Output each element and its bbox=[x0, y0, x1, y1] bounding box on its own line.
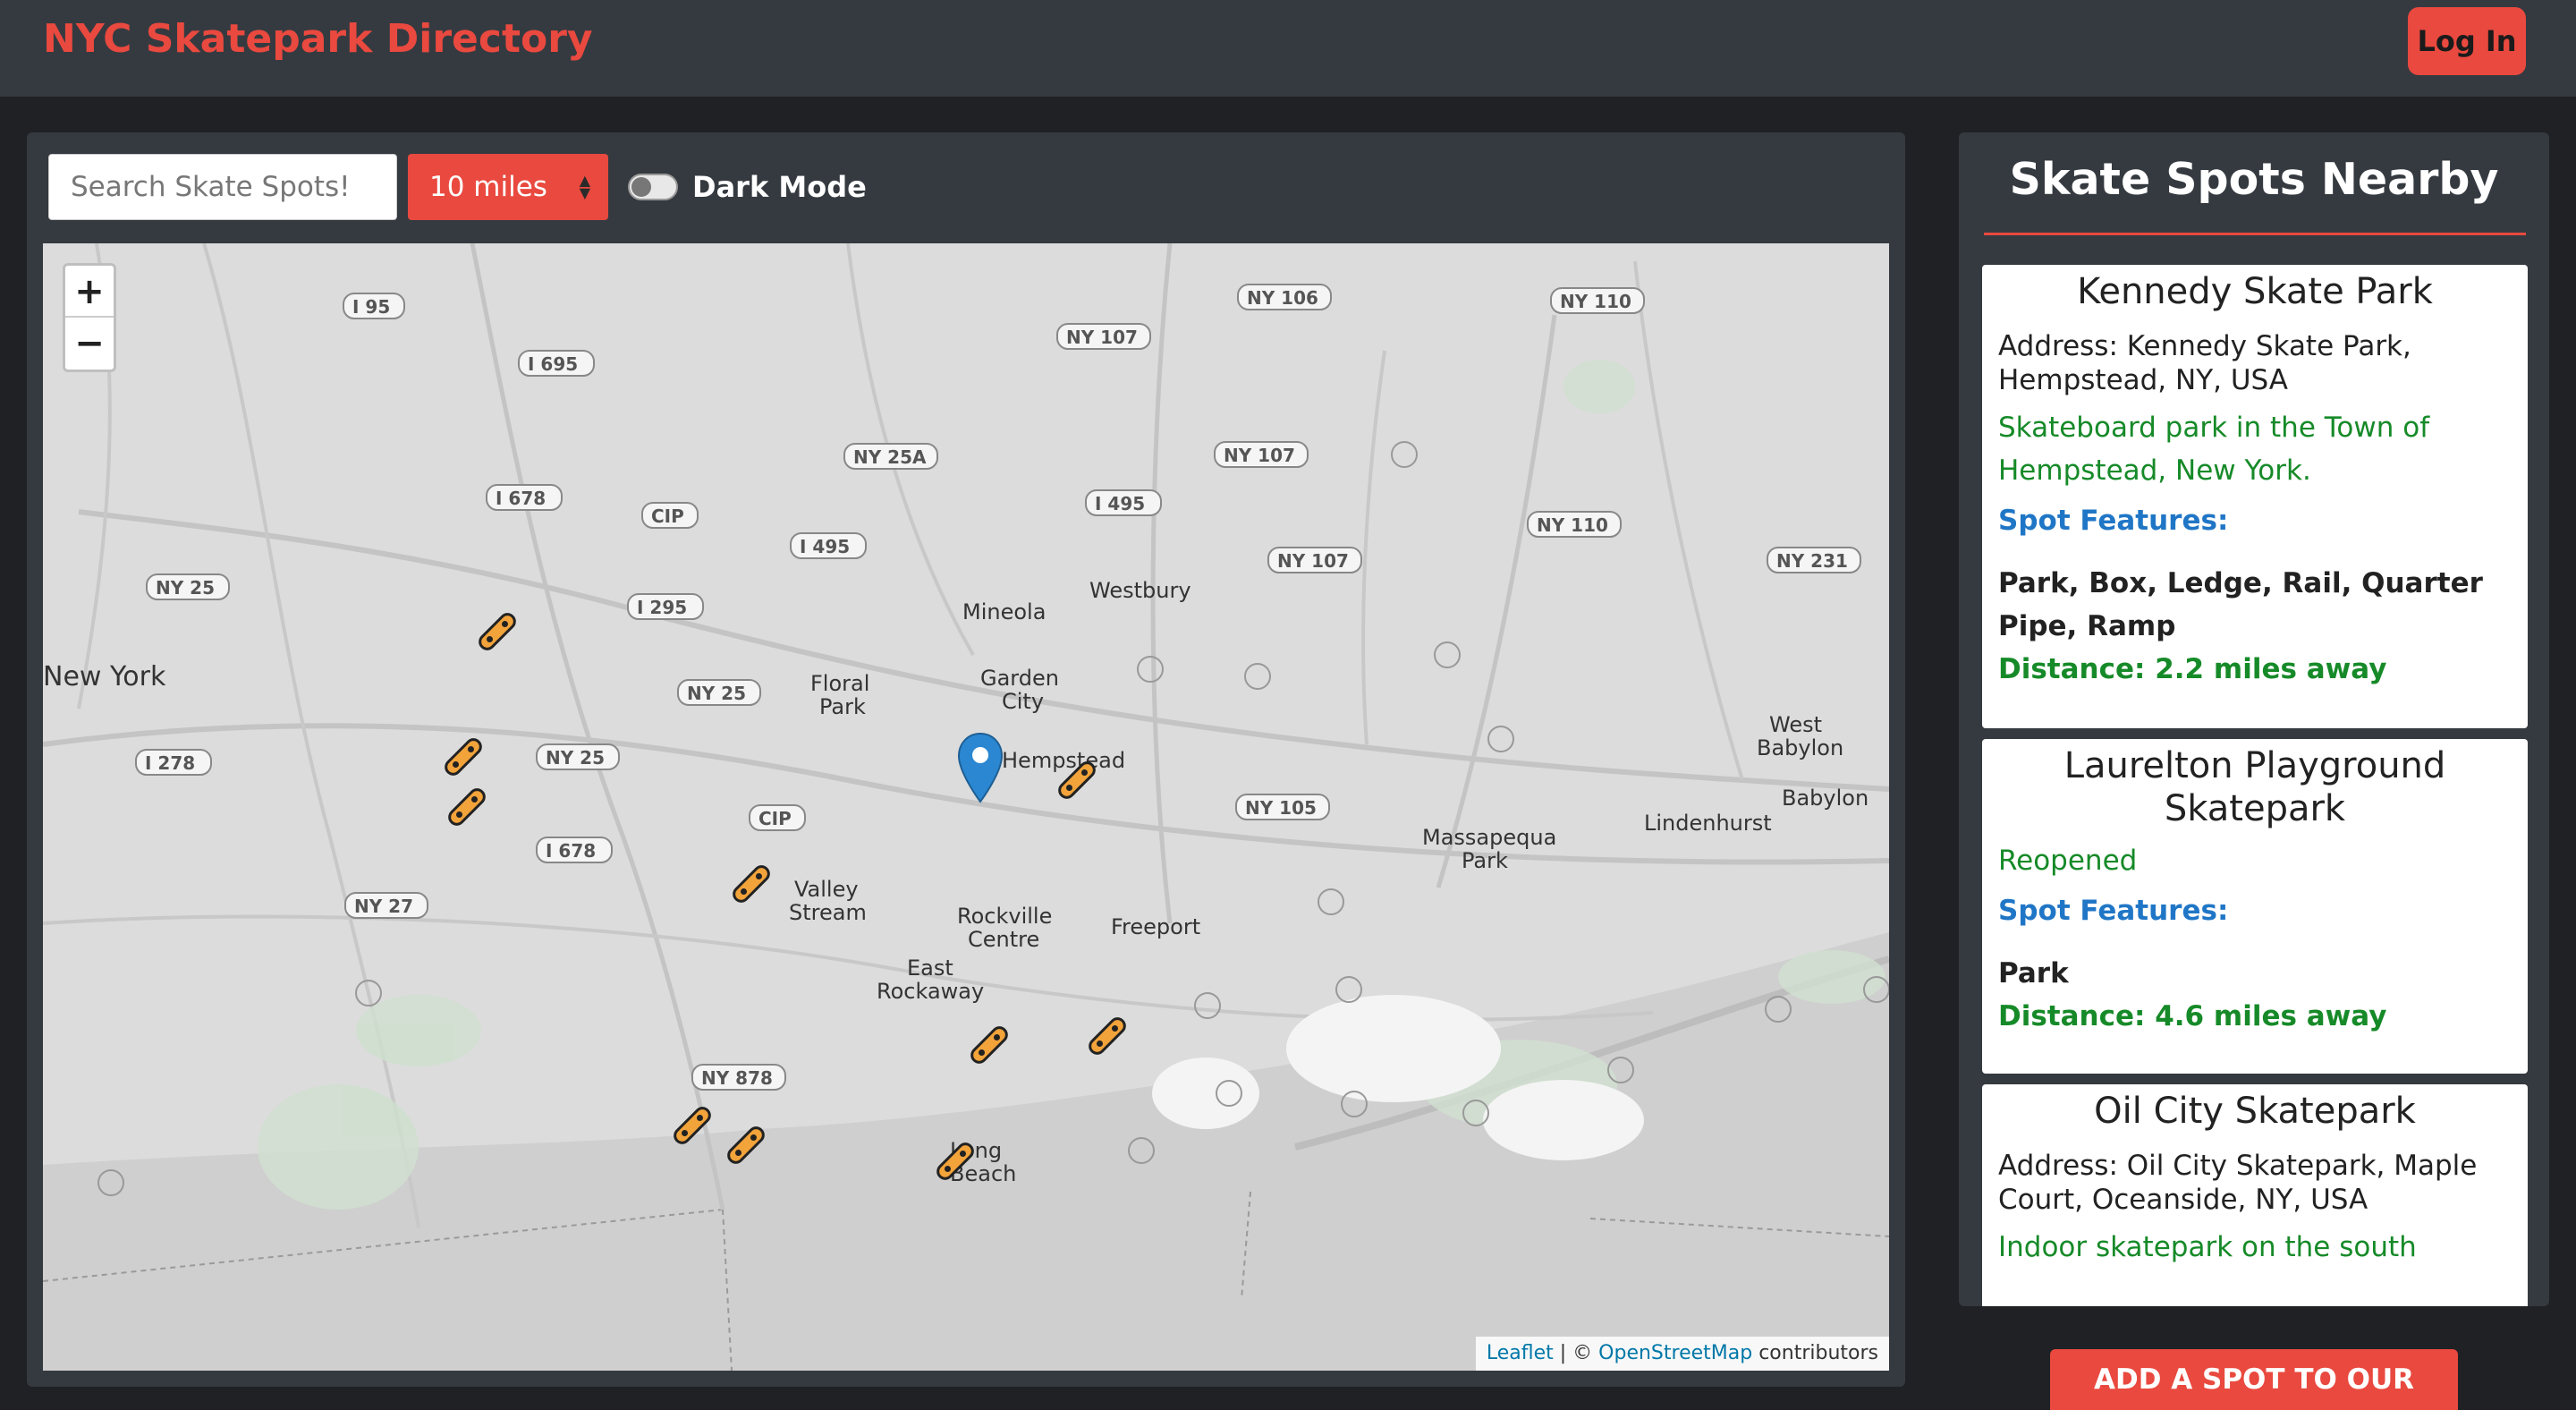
zoom-control: + − bbox=[63, 263, 116, 372]
svg-text:Garden: Garden bbox=[980, 666, 1059, 691]
svg-text:NY 231: NY 231 bbox=[1776, 550, 1848, 572]
skateboard-marker-icon[interactable] bbox=[723, 1122, 769, 1168]
skateboard-marker-icon[interactable] bbox=[728, 861, 775, 907]
top-navbar: NYC Skatepark Directory Log In bbox=[0, 0, 2576, 97]
svg-text:Rockaway: Rockaway bbox=[877, 979, 984, 1004]
toggle-knob bbox=[631, 177, 651, 197]
svg-text:Centre: Centre bbox=[968, 927, 1039, 952]
brand-title[interactable]: NYC Skatepark Directory bbox=[43, 13, 593, 66]
svg-text:Mineola: Mineola bbox=[962, 599, 1046, 624]
svg-text:NY 107: NY 107 bbox=[1277, 550, 1349, 572]
spot-card[interactable]: Laurelton Playground Skatepark Reopened … bbox=[1982, 739, 2528, 1074]
skateboard-marker-icon[interactable] bbox=[966, 1022, 1013, 1068]
dark-mode-toggle[interactable] bbox=[628, 174, 678, 200]
svg-text:Floral: Floral bbox=[810, 671, 869, 696]
openstreetmap-link[interactable]: OpenStreetMap bbox=[1598, 1342, 1752, 1364]
add-spot-button[interactable]: ADD A SPOT TO OUR MAP! bbox=[2050, 1349, 2458, 1410]
skateboard-marker-icon[interactable] bbox=[440, 734, 487, 780]
svg-text:Park: Park bbox=[819, 694, 866, 719]
select-arrows-icon: ▲ ▼ bbox=[579, 172, 590, 201]
spot-address: Address: Kennedy Skate Park, Hempstead, … bbox=[1998, 330, 2411, 396]
spot-description: Indoor skatepark on the south bbox=[1998, 1231, 2417, 1263]
svg-text:Babylon: Babylon bbox=[1782, 786, 1868, 811]
svg-text:NY 107: NY 107 bbox=[1066, 327, 1138, 348]
map-panel: 10 miles ▲▼ Dark Mode bbox=[27, 132, 1905, 1387]
svg-text:Stream: Stream bbox=[789, 900, 867, 925]
spot-name: Oil City Skatepark bbox=[2094, 1091, 2416, 1132]
svg-text:I 495: I 495 bbox=[1095, 493, 1145, 514]
map-base-tiles: New York Floral Park Garden City Mineola… bbox=[43, 243, 1889, 1371]
svg-text:NY 25: NY 25 bbox=[546, 747, 605, 769]
spot-list[interactable]: Kennedy Skate Park Address: Kennedy Skat… bbox=[1982, 265, 2528, 1306]
svg-text:City: City bbox=[1002, 689, 1044, 714]
spot-card[interactable]: Oil City Skatepark Address: Oil City Ska… bbox=[1982, 1084, 2528, 1306]
dark-mode-label: Dark Mode bbox=[692, 170, 867, 204]
svg-text:East: East bbox=[907, 956, 953, 981]
distance-select[interactable]: 10 miles ▲ ▼ bbox=[408, 154, 608, 220]
spot-features: Park, Box, Ledge, Rail, Quarter Pipe, Ra… bbox=[1998, 567, 2483, 642]
svg-text:NY 25A: NY 25A bbox=[853, 446, 927, 468]
svg-text:Lindenhurst: Lindenhurst bbox=[1644, 811, 1772, 836]
login-button[interactable]: Log In bbox=[2408, 7, 2526, 75]
skateboard-marker-icon[interactable] bbox=[474, 608, 521, 655]
zoom-in-button[interactable]: + bbox=[65, 266, 114, 318]
spot-distance: Distance: 4.6 miles away bbox=[1998, 1000, 2387, 1032]
svg-text:Babylon: Babylon bbox=[1757, 735, 1843, 760]
svg-text:CIP: CIP bbox=[651, 505, 684, 527]
spot-features-label: Spot Features: bbox=[1998, 895, 2229, 927]
svg-text:NY 107: NY 107 bbox=[1224, 445, 1295, 466]
nearby-spots-panel: Skate Spots Nearby Kennedy Skate Park Ad… bbox=[1959, 132, 2549, 1306]
map-view[interactable]: New York Floral Park Garden City Mineola… bbox=[43, 243, 1889, 1371]
skateboard-marker-icon[interactable] bbox=[932, 1138, 979, 1185]
svg-text:NY 106: NY 106 bbox=[1247, 287, 1318, 309]
spot-features: Park bbox=[1998, 957, 2069, 990]
svg-text:Westbury: Westbury bbox=[1089, 578, 1191, 603]
svg-text:Massapequa: Massapequa bbox=[1422, 825, 1556, 850]
svg-text:NY 25: NY 25 bbox=[687, 683, 746, 704]
spot-distance: Distance: 2.2 miles away bbox=[1998, 653, 2387, 685]
spot-address: Address: Oil City Skatepark, Maple Court… bbox=[1998, 1150, 2478, 1216]
map-attribution: Leaflet | © OpenStreetMap contributors bbox=[1475, 1337, 1889, 1371]
skateboard-marker-icon[interactable] bbox=[444, 784, 490, 830]
svg-text:New York: New York bbox=[43, 661, 166, 692]
zoom-out-button[interactable]: − bbox=[65, 318, 114, 369]
leaflet-link[interactable]: Leaflet bbox=[1487, 1342, 1554, 1364]
spot-name: Kennedy Skate Park bbox=[2077, 271, 2433, 312]
svg-text:I 295: I 295 bbox=[637, 597, 687, 618]
skateboard-marker-icon[interactable] bbox=[1084, 1013, 1131, 1059]
spot-description: Reopened bbox=[1998, 845, 2138, 877]
svg-text:I 695: I 695 bbox=[528, 353, 578, 375]
attribution-separator: | © bbox=[1553, 1342, 1599, 1364]
skateboard-marker-icon[interactable] bbox=[1054, 757, 1100, 803]
search-input[interactable] bbox=[48, 154, 397, 220]
spot-card[interactable]: Kennedy Skate Park Address: Kennedy Skat… bbox=[1982, 265, 2528, 728]
svg-text:I 278: I 278 bbox=[145, 752, 195, 774]
svg-text:NY 110: NY 110 bbox=[1537, 514, 1608, 536]
svg-text:Park: Park bbox=[1462, 848, 1508, 873]
svg-text:NY 105: NY 105 bbox=[1245, 797, 1317, 819]
svg-text:NY 25: NY 25 bbox=[156, 577, 215, 599]
title-divider bbox=[1984, 233, 2526, 235]
spot-name: Laurelton Playground Skatepark bbox=[2063, 745, 2446, 829]
svg-text:I 495: I 495 bbox=[800, 536, 850, 557]
nearby-spots-title: Skate Spots Nearby bbox=[2009, 154, 2499, 205]
current-location-pin-icon[interactable] bbox=[957, 732, 1004, 803]
svg-text:CIP: CIP bbox=[758, 808, 792, 829]
svg-text:Freeport: Freeport bbox=[1111, 914, 1200, 939]
svg-text:Valley: Valley bbox=[794, 877, 859, 902]
skateboard-marker-icon[interactable] bbox=[669, 1102, 716, 1149]
svg-text:I 678: I 678 bbox=[496, 488, 546, 509]
svg-text:I 678: I 678 bbox=[546, 840, 596, 862]
svg-text:I 95: I 95 bbox=[352, 296, 390, 318]
svg-text:NY 27: NY 27 bbox=[354, 896, 413, 917]
spot-features-label: Spot Features: bbox=[1998, 505, 2229, 537]
attribution-contributors: contributors bbox=[1752, 1342, 1878, 1364]
distance-select-value: 10 miles bbox=[429, 171, 547, 203]
svg-text:Rockville: Rockville bbox=[957, 904, 1052, 929]
spot-description: Skateboard park in the Town of Hempstead… bbox=[1998, 412, 2430, 487]
svg-text:NY 110: NY 110 bbox=[1560, 291, 1631, 312]
svg-text:West: West bbox=[1769, 712, 1822, 737]
svg-text:NY 878: NY 878 bbox=[701, 1067, 773, 1089]
